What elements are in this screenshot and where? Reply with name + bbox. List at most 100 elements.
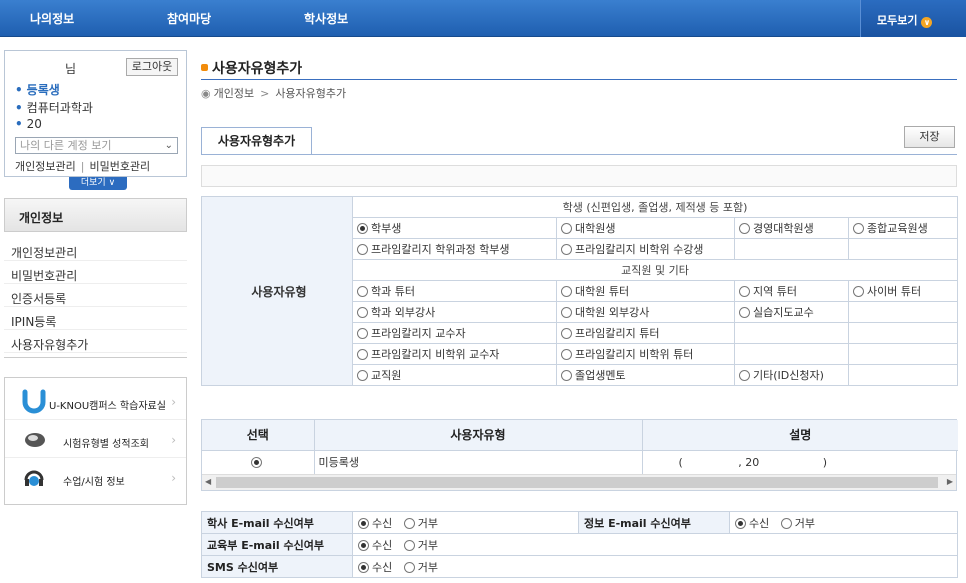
radio-selected[interactable] (250, 456, 262, 468)
consent-label-ministry-email: 교육부 E-mail 수신여부 (201, 533, 353, 556)
radio-unselected[interactable] (561, 223, 572, 234)
radio-yes[interactable]: 수신 (358, 517, 392, 530)
chevron-down-icon: ⌄ (164, 140, 173, 151)
user-type-option-label[interactable]: 대학원 튜터 (575, 285, 629, 298)
user-type-option-label[interactable]: 프라임칼리지 비학위 튜터 (575, 348, 693, 361)
option-cell (847, 238, 959, 260)
user-type-option-label[interactable]: 지역 튜터 (753, 285, 797, 298)
side-menu-item-certificate[interactable]: 인증서등록 (4, 284, 187, 307)
promo-exam-grades[interactable]: 시험유형별 성적조회 › (5, 422, 186, 458)
user-dept-label: 컴퓨터과학과 (26, 101, 93, 115)
option-cell: 교직원 (352, 364, 557, 386)
radio-unselected[interactable] (357, 370, 368, 381)
user-type-option-label[interactable]: 프라임칼리지 학위과정 학부생 (371, 243, 510, 256)
section-header-row: 사용자유형 학생 (신편입생, 졸업생, 제적생 등 포함) (201, 196, 959, 386)
view-all-button[interactable]: 모두보기 ∨ (860, 0, 966, 37)
side-menu-item-personal-info[interactable]: 개인정보관리 (4, 238, 187, 261)
user-type-option-label[interactable]: 종합교육원생 (867, 222, 928, 235)
page-title-label: 사용자유형추가 (212, 61, 303, 77)
user-type-option-label[interactable]: 프라임칼리지 비학위 수강생 (575, 243, 703, 256)
radio-yes[interactable]: 수신 (358, 561, 392, 574)
user-type-option-label[interactable]: 대학원 외부강사 (575, 306, 649, 319)
user-type-table: 사용자유형 학생 (신편입생, 졸업생, 제적생 등 포함) 학부생 대학원생 경영대학… (201, 196, 959, 386)
radio-unselected[interactable] (561, 286, 572, 297)
user-type-option-label[interactable]: 프라임칼리지 교수자 (371, 327, 466, 340)
user-type-option-label[interactable]: 학부생 (371, 222, 401, 235)
radio-unselected[interactable] (561, 307, 572, 318)
radio-unselected[interactable] (357, 349, 368, 360)
horizontal-scrollbar[interactable]: ◀ ▶ (202, 474, 956, 490)
scroll-right-icon[interactable]: ▶ (947, 477, 953, 486)
radio-no[interactable]: 거부 (403, 517, 438, 530)
radio-unselected[interactable] (357, 307, 368, 318)
user-type-option-label[interactable]: 사이버 튜터 (867, 285, 921, 298)
radio-unselected[interactable] (403, 539, 415, 551)
radio-unselected[interactable] (561, 328, 572, 339)
user-type-option-label[interactable]: 기타(ID신청자) (753, 369, 824, 382)
user-type-option-label[interactable]: 학과 외부강사 (371, 306, 435, 319)
user-type-option-label[interactable]: 교직원 (371, 369, 401, 382)
radio-unselected[interactable] (739, 307, 750, 318)
more-button[interactable]: 더보기 ∨ (69, 177, 127, 190)
user-type-option-label[interactable]: 대학원생 (575, 222, 615, 235)
scroll-left-icon[interactable]: ◀ (205, 477, 211, 486)
chevron-right-icon: › (171, 433, 176, 447)
user-type-option-label[interactable]: 실습지도교수 (753, 306, 814, 319)
user-type-option-label[interactable]: 졸업생멘토 (575, 369, 626, 382)
logout-button[interactable]: 로그아웃 (126, 58, 178, 76)
radio-unselected[interactable] (357, 328, 368, 339)
radio-unselected[interactable] (357, 244, 368, 255)
link-personal-info[interactable]: 개인정보관리 (15, 160, 76, 173)
radio-selected[interactable] (358, 561, 369, 573)
radio-unselected[interactable] (561, 349, 572, 360)
radio-no[interactable]: 거부 (403, 561, 438, 574)
consent-academic-email-options: 수신 거부 (352, 511, 579, 534)
user-type-option-label[interactable]: 프라임칼리지 튜터 (575, 327, 659, 340)
radio-unselected[interactable] (739, 370, 750, 381)
radio-unselected[interactable] (739, 286, 750, 297)
scrollbar-thumb[interactable] (216, 477, 938, 488)
radio-unselected[interactable] (780, 517, 792, 529)
radio-selected[interactable] (735, 517, 746, 529)
radio-unselected[interactable] (739, 223, 750, 234)
radio-unselected[interactable] (561, 244, 572, 255)
radio-selected[interactable] (358, 539, 369, 551)
radio-unselected[interactable] (853, 223, 864, 234)
promo-class-info[interactable]: 수업/시험 정보 › (5, 460, 186, 496)
other-account-select[interactable]: 나의 다른 계정 보기 ⌄ (15, 137, 178, 154)
chevron-right-icon: › (171, 471, 176, 485)
promo-exam-grades-label: 시험유형별 성적조회 (63, 439, 149, 450)
link-password[interactable]: 비밀번호관리 (89, 160, 150, 173)
consent-label-info-email: 정보 E-mail 수신여부 (578, 511, 730, 534)
radio-yes[interactable]: 수신 (735, 517, 769, 530)
option-cell: 대학원 외부강사 (556, 301, 735, 323)
user-type-option-label[interactable]: 경영대학원생 (753, 222, 814, 235)
nav-my-info[interactable]: 나의정보 (30, 10, 74, 27)
side-menu-item-add-user-type[interactable]: 사용자유형추가 (4, 330, 187, 353)
side-menu-item-ipin[interactable]: IPIN등록 (4, 307, 187, 330)
radio-selected[interactable] (358, 517, 369, 529)
radio-unselected[interactable] (853, 286, 864, 297)
side-menu-item-password[interactable]: 비밀번호관리 (4, 261, 187, 284)
radio-no[interactable]: 거부 (780, 517, 815, 530)
radio-no[interactable]: 거부 (403, 539, 438, 552)
radio-unselected[interactable] (403, 561, 415, 573)
option-cell: 사이버 튜터 (847, 280, 959, 302)
user-type-option-label[interactable]: 학과 튜터 (371, 285, 415, 298)
save-button[interactable]: 저장 (904, 126, 955, 148)
nav-participation[interactable]: 참여마당 (167, 10, 211, 27)
table-row: SMS 수신여부 수신 거부 (201, 555, 958, 578)
radio-yes[interactable]: 수신 (358, 539, 392, 552)
radio-unselected[interactable] (403, 517, 415, 529)
user-type-option-label[interactable]: 프라임칼리지 비학위 교수자 (371, 348, 499, 361)
radio-selected[interactable] (357, 223, 368, 234)
radio-unselected[interactable] (561, 370, 572, 381)
nav-academic-info[interactable]: 학사정보 (304, 10, 348, 27)
row-select[interactable] (202, 450, 315, 474)
breadcrumb-item[interactable]: 개인정보 (214, 87, 254, 100)
promo-ucampus[interactable]: U-KNOU캠퍼스 학습자료실 › (5, 384, 186, 420)
radio-unselected[interactable] (357, 286, 368, 297)
promo-ucampus-label: U-KNOU캠퍼스 학습자료실 (49, 401, 166, 412)
section-header: 학생 (신편입생, 졸업생, 제적생 등 포함) (351, 196, 959, 218)
tab-add-user-type[interactable]: 사용자유형추가 (201, 127, 312, 155)
